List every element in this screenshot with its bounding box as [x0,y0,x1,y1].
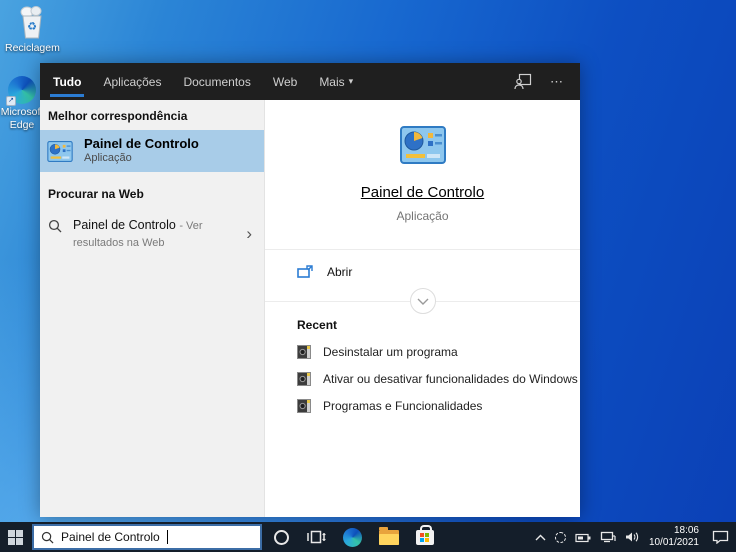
search-results-list: Melhor correspondência Painel de Control… [40,100,265,517]
open-icon [297,265,313,278]
programs-features-icon [297,399,311,413]
microsoft-store-icon[interactable] [416,524,434,545]
search-icon [48,219,62,233]
task-view-icon[interactable] [306,529,326,545]
tab-web[interactable]: Web [273,63,297,100]
programs-features-icon [297,345,311,359]
feedback-icon[interactable] [514,73,532,90]
edge-taskbar-icon[interactable] [343,527,362,547]
tab-apps[interactable]: Aplicações [103,63,161,100]
desktop-icon-label: Microsoft Edge [0,106,44,132]
tab-all[interactable]: Tudo [49,63,85,100]
recent-header: Recent [297,318,338,332]
detail-title[interactable]: Painel de Controlo [361,184,484,201]
expand-chevron-button[interactable] [409,288,436,314]
detail-subtitle: Aplicação [396,209,449,223]
search-icon [41,531,54,543]
recent-section: Recent Desinstalar um programa Ativar ou… [265,302,580,413]
file-explorer-icon[interactable] [379,526,399,545]
result-title: Painel de Controlo [84,136,199,151]
search-input-value: Painel de Controlo [61,530,160,544]
chevron-down-icon: ▾ [348,76,354,86]
detail-hero: Painel de Controlo Aplicação [265,100,580,250]
volume-icon[interactable] [625,531,640,543]
edge-logo-icon: ↗ [6,76,36,106]
recent-item[interactable]: Desinstalar um programa [297,345,580,359]
text-caret [166,530,168,544]
tab-documents[interactable]: Documentos [183,63,250,100]
tray-app-icon[interactable] [554,531,566,543]
show-hidden-icons-chevron[interactable] [535,534,546,541]
result-subtitle: Aplicação [84,152,132,165]
taskbar-search-box[interactable]: Painel de Controlo [32,524,262,550]
recent-item-label: Desinstalar um programa [323,345,458,359]
action-center-icon[interactable] [712,530,729,544]
search-flyout: Tudo Aplicações Documentos Web Mais ▾ ⋯ … [40,63,580,517]
web-search-header: Procurar na Web [48,187,144,201]
clock-date: 10/01/2021 [648,537,699,548]
web-search-suggestion[interactable]: Painel de Controlo - Ver resultados na W… [40,208,264,259]
web-suggestion-text: Painel de Controlo - Ver resultados na W… [73,218,203,249]
best-match-header: Melhor correspondência [48,109,188,123]
recycle-bin-icon: ♻ [20,6,42,39]
control-panel-icon-large [399,126,446,164]
start-button[interactable] [0,522,31,552]
programs-features-icon [297,372,311,386]
desktop-icon-microsoft-edge[interactable]: ↗ Microsoft Edge [0,76,44,132]
open-label: Abrir [327,265,353,279]
network-icon[interactable] [600,531,616,543]
recent-item[interactable]: Ativar ou desativar funcionalidades do W… [297,372,580,386]
recent-item[interactable]: Programas e Funcionalidades [297,399,580,413]
recent-item-label: Ativar ou desativar funcionalidades do W… [323,372,578,386]
search-filter-tabbar: Tudo Aplicações Documentos Web Mais ▾ ⋯ [40,63,580,100]
tab-more[interactable]: Mais ▾ [319,63,353,100]
svg-text:♻: ♻ [27,21,37,33]
chevron-right-icon[interactable]: › [246,225,256,242]
chevron-down-icon [417,298,428,305]
desktop-icon-label: Reciclagem [5,42,60,54]
recent-item-label: Programas e Funcionalidades [323,399,483,413]
shortcut-arrow-icon: ↗ [6,96,16,106]
battery-icon[interactable] [575,532,591,543]
windows-logo-icon [8,529,23,545]
control-panel-icon [47,140,73,162]
clock-time: 18:06 [673,524,699,536]
desktop-icon-recycle-bin[interactable]: ♻ Reciclagem [5,4,60,55]
taskbar-clock[interactable]: 18:06 10/01/2021 [649,525,699,550]
result-control-panel[interactable]: Painel de Controlo Aplicação [40,130,264,172]
more-options-icon[interactable]: ⋯ [550,74,564,90]
result-detail-pane: Painel de Controlo Aplicação Abrir Recen… [265,100,580,517]
divider [265,288,580,314]
open-action[interactable]: Abrir [265,250,580,293]
cortana-icon[interactable] [274,529,289,545]
taskbar: Painel de Controlo 18:06 10/01/2021 [0,522,736,552]
